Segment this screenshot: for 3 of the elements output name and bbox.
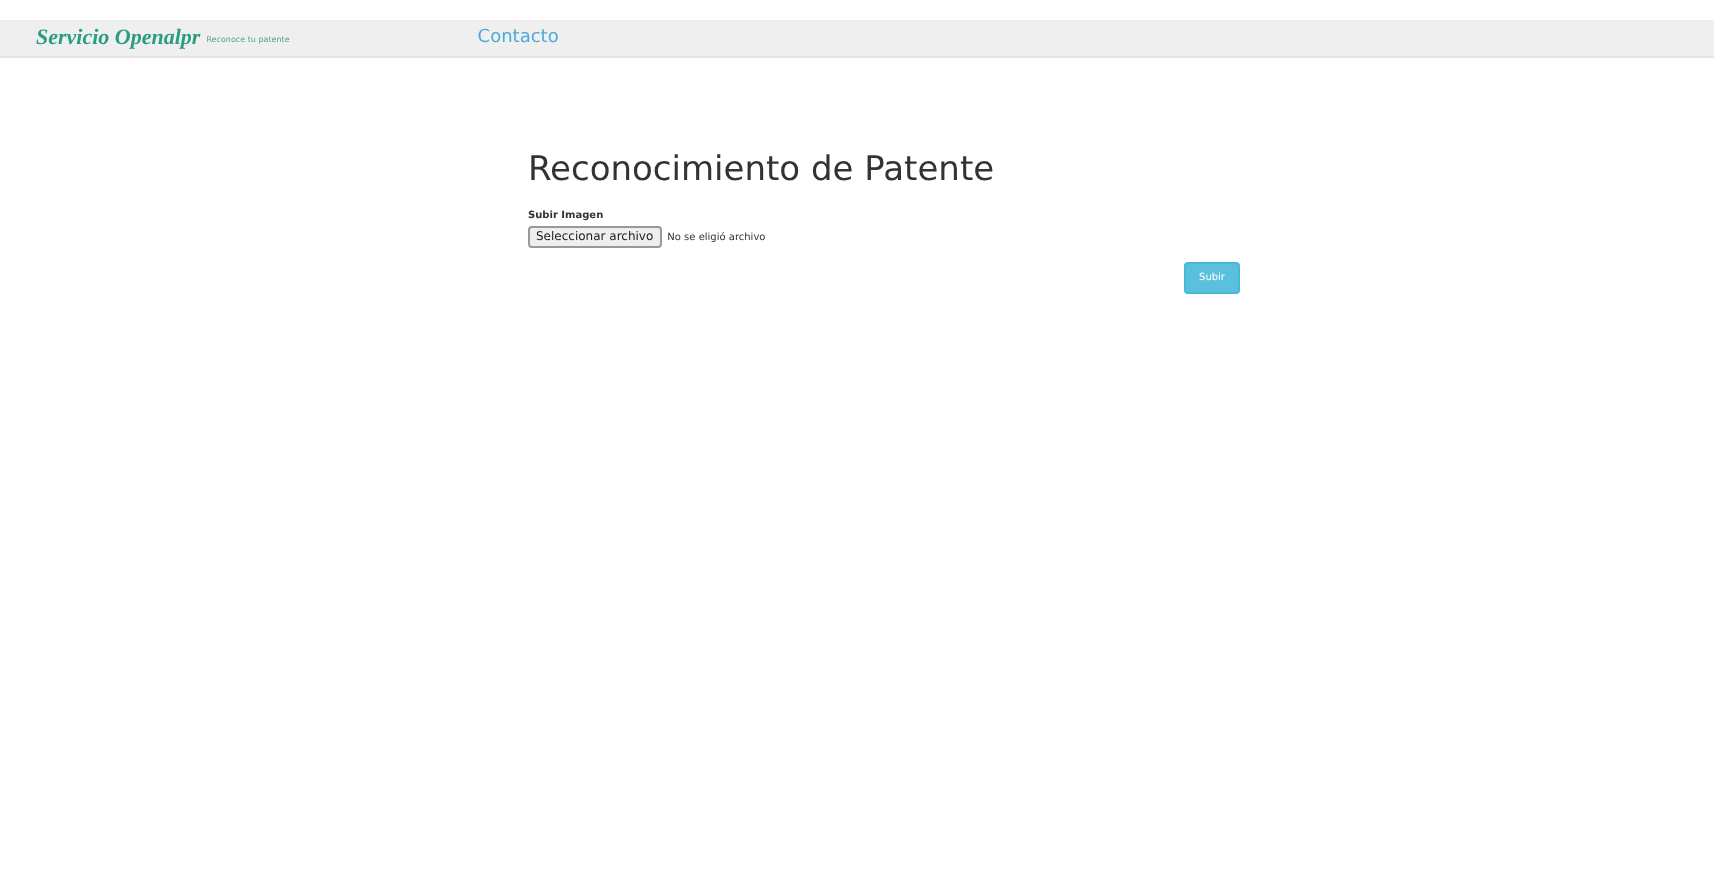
brand-logo[interactable]: Servicio Openalpr [36, 26, 201, 50]
page-title: Reconocimiento de Patente [528, 150, 997, 190]
nav-link[interactable]: Contacto [477, 28, 559, 48]
